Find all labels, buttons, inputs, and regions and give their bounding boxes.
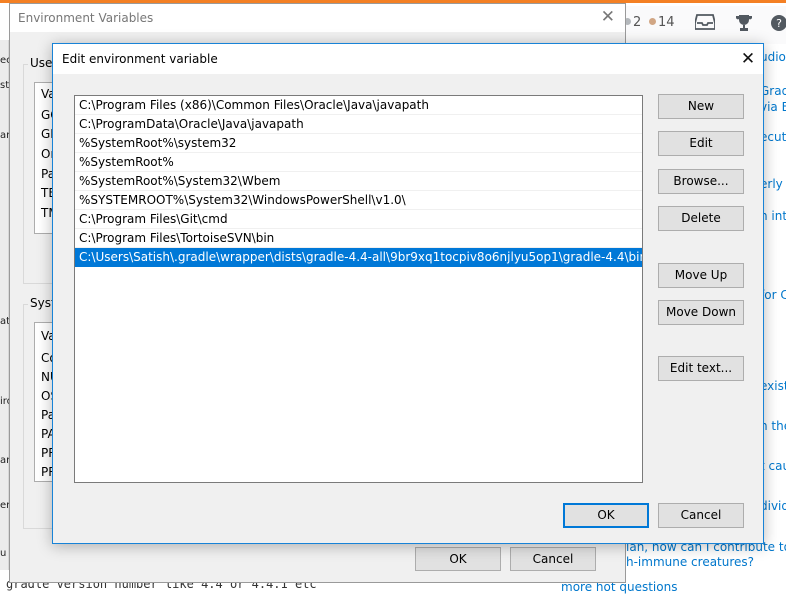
close-icon[interactable]: ✕ (601, 7, 615, 27)
edit-button[interactable]: Edit (658, 131, 744, 156)
trophy-icon[interactable] (733, 14, 755, 34)
env-window-title: Environment Variables (18, 11, 154, 25)
env-ok-button[interactable]: OK (415, 547, 501, 571)
silver-badge-count[interactable]: 2 (624, 15, 641, 30)
bronze-badge-count[interactable]: 14 (649, 15, 675, 30)
help-icon[interactable]: ? (768, 14, 786, 34)
ok-button[interactable]: OK (563, 503, 649, 528)
delete-button[interactable]: Delete (658, 206, 744, 231)
path-entry[interactable]: %SystemRoot%\System32\Wbem (75, 172, 642, 191)
move-down-button[interactable]: Move Down (658, 300, 744, 325)
dialog-titlebar: Edit environment variable ✕ (53, 44, 763, 74)
dialog-title: Edit environment variable (62, 52, 218, 66)
edit-text-button[interactable]: Edit text... (658, 356, 744, 381)
move-up-button[interactable]: Move Up (658, 263, 744, 288)
path-entry[interactable]: C:\ProgramData\Oracle\Java\javapath (75, 115, 642, 134)
path-entries-list[interactable]: C:\Program Files (x86)\Common Files\Orac… (74, 95, 643, 483)
left-text-fragment: st (0, 80, 10, 91)
hot-question-link[interactable]: h-immune creatures? (626, 555, 754, 569)
left-window-edge (0, 40, 9, 570)
path-entry[interactable]: C:\Program Files\Git\cmd (75, 210, 642, 229)
inbox-icon[interactable] (694, 14, 716, 34)
path-entry[interactable]: C:\Program Files\TortoiseSVN\bin (75, 229, 642, 248)
edit-environment-variable-dialog: Edit environment variable ✕ C:\Program F… (52, 43, 764, 544)
left-text-fragment: u (0, 548, 7, 559)
env-window-titlebar: Environment Variables ✕ (10, 4, 625, 32)
path-entry[interactable]: %SystemRoot% (75, 153, 642, 172)
path-entry[interactable]: C:\Program Files (x86)\Common Files\Orac… (75, 96, 642, 115)
browse-button[interactable]: Browse... (658, 169, 744, 194)
path-entry-selected[interactable]: C:\Users\Satish\.gradle\wrapper\dists\gr… (75, 248, 642, 267)
env-cancel-button[interactable]: Cancel (510, 547, 596, 571)
bronze-badge-icon (649, 18, 656, 25)
cancel-button[interactable]: Cancel (658, 503, 744, 528)
path-entry[interactable]: %SYSTEMROOT%\System32\WindowsPowerShell\… (75, 191, 642, 210)
svg-text:?: ? (776, 17, 782, 30)
close-icon[interactable]: ✕ (733, 44, 763, 74)
path-entry[interactable]: %SystemRoot%\system32 (75, 134, 642, 153)
new-button[interactable]: New (658, 94, 744, 119)
